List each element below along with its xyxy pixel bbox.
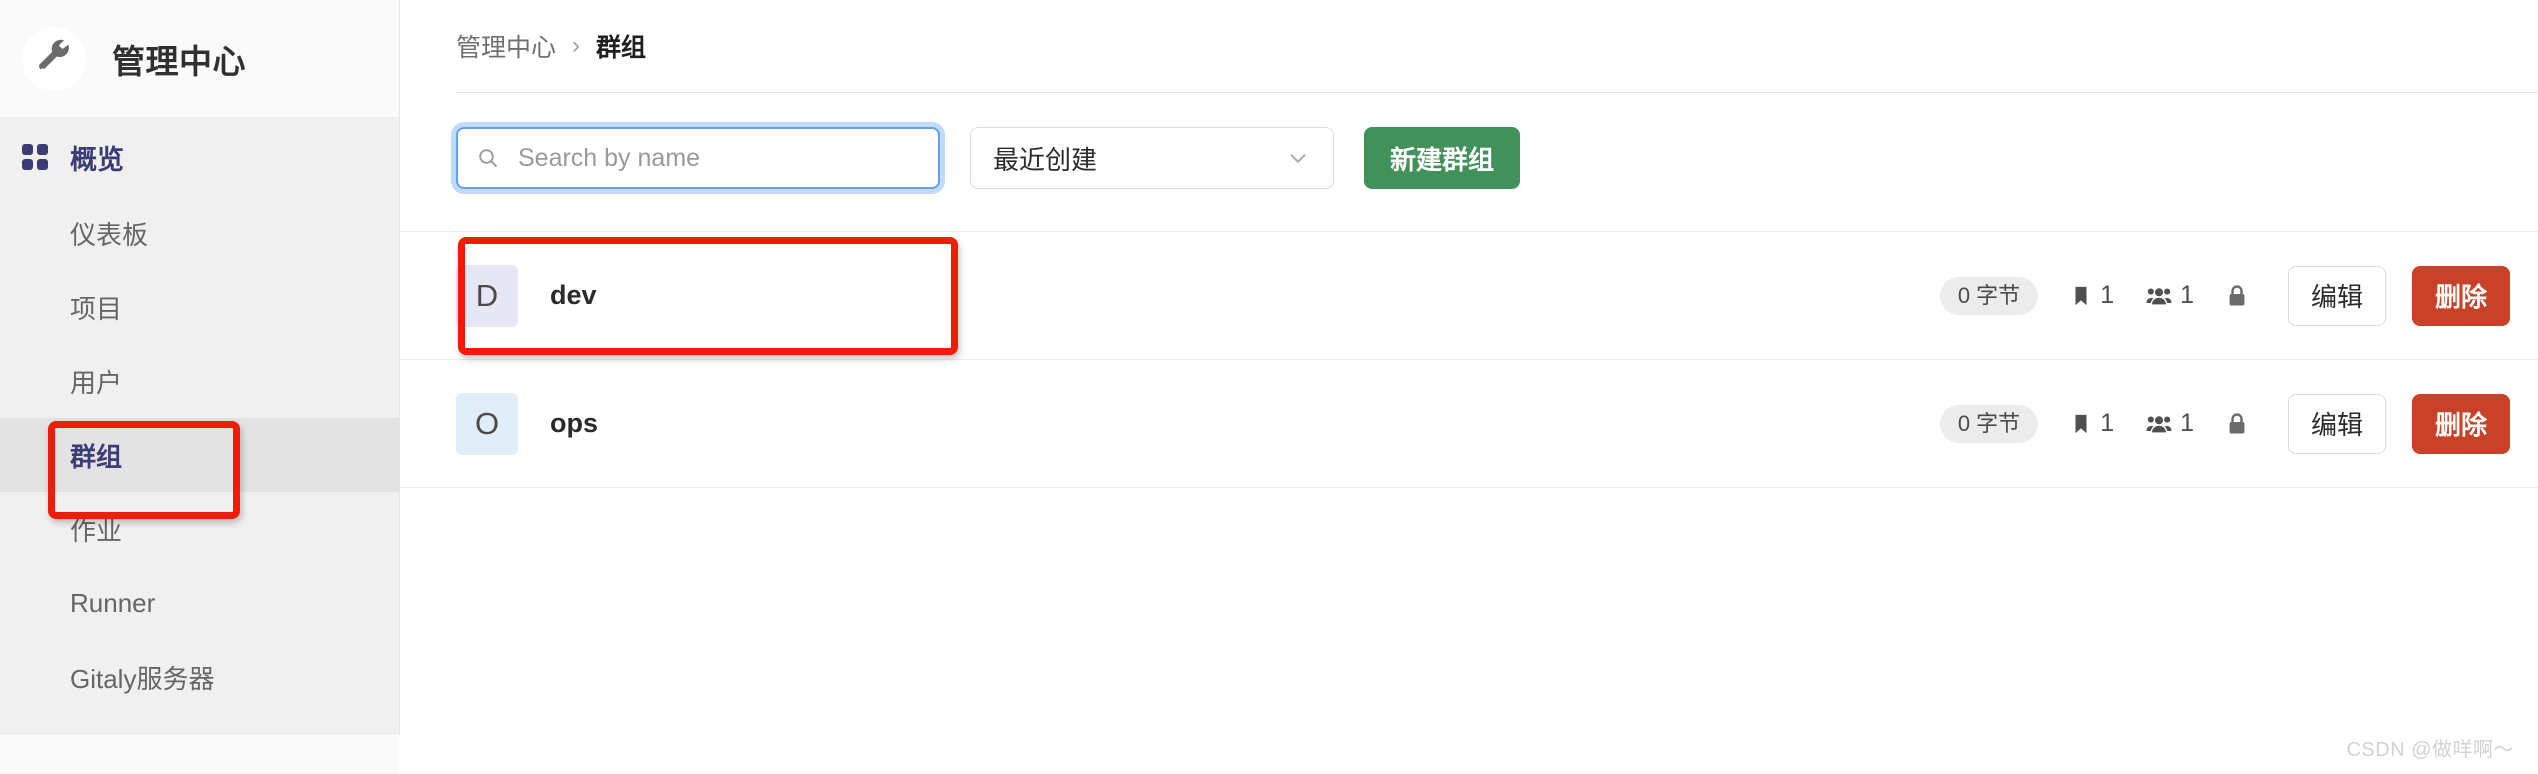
members-count-value: 1 bbox=[2180, 281, 2194, 309]
sidebar-item-dashboard[interactable]: 仪表板 bbox=[0, 196, 399, 270]
sort-dropdown-value: 最近创建 bbox=[993, 144, 1098, 175]
search-box[interactable] bbox=[456, 127, 940, 189]
storage-size-badge: 0 字节 bbox=[1939, 276, 2039, 315]
edit-button[interactable]: 编辑 bbox=[2288, 265, 2386, 326]
projects-count: 1 bbox=[2070, 409, 2114, 438]
sidebar-brand-title: 管理中心 bbox=[112, 42, 246, 80]
wrench-icon bbox=[22, 26, 86, 91]
projects-count-value: 1 bbox=[2100, 409, 2115, 437]
members-count: 1 bbox=[2146, 281, 2194, 310]
group-name-link[interactable]: ops bbox=[550, 408, 598, 439]
new-group-button[interactable]: 新建群组 bbox=[1364, 127, 1521, 189]
row-meta: 0 字节 1 1 编辑 删除 bbox=[1939, 393, 2510, 454]
members-count-value: 1 bbox=[2180, 409, 2194, 437]
lock-icon bbox=[2226, 412, 2248, 436]
sidebar-item-label: 用户 bbox=[70, 367, 123, 398]
sidebar-brand[interactable]: 管理中心 bbox=[0, 0, 399, 118]
breadcrumb-current: 群组 bbox=[596, 34, 647, 62]
users-icon bbox=[2146, 413, 2172, 435]
sidebar-item-overview-label: 概览 bbox=[70, 144, 124, 175]
storage-size-badge: 0 字节 bbox=[1939, 404, 2039, 443]
sidebar-item-projects[interactable]: 项目 bbox=[0, 270, 399, 344]
chevron-right-icon: › bbox=[572, 32, 581, 59]
sidebar: 管理中心 概览 仪表板 项目 用户 群组 作业 Runner Gitaly服务器 bbox=[0, 0, 400, 774]
table-row[interactable]: O ops 0 字节 1 1 编辑 删除 bbox=[400, 360, 2538, 488]
sidebar-item-label: Gitaly服务器 bbox=[70, 663, 215, 694]
search-icon bbox=[476, 146, 500, 170]
groups-toolbar: 最近创建 新建群组 bbox=[456, 93, 2538, 197]
sidebar-item-users[interactable]: 用户 bbox=[0, 344, 399, 418]
table-row[interactable]: D dev 0 字节 1 1 编辑 删除 bbox=[400, 232, 2538, 360]
breadcrumb-root-link[interactable]: 管理中心 bbox=[456, 28, 556, 64]
group-name-link[interactable]: dev bbox=[550, 280, 597, 311]
sidebar-footer-strip bbox=[0, 735, 399, 774]
avatar: D bbox=[456, 264, 518, 327]
sort-dropdown[interactable]: 最近创建 bbox=[970, 127, 1334, 189]
projects-count-value: 1 bbox=[2100, 281, 2115, 309]
sidebar-item-label: Runner bbox=[70, 587, 156, 618]
chevron-down-icon bbox=[1285, 145, 1311, 171]
projects-count: 1 bbox=[2070, 281, 2114, 310]
delete-button[interactable]: 删除 bbox=[2412, 265, 2510, 326]
sidebar-item-gitaly-servers[interactable]: Gitaly服务器 bbox=[0, 640, 399, 714]
search-input[interactable] bbox=[516, 142, 920, 174]
users-icon bbox=[2146, 285, 2172, 307]
avatar: O bbox=[456, 392, 518, 455]
sidebar-item-runner[interactable]: Runner bbox=[0, 566, 399, 640]
lock-icon bbox=[2226, 284, 2248, 308]
sidebar-item-label: 作业 bbox=[70, 515, 123, 546]
sidebar-item-jobs[interactable]: 作业 bbox=[0, 492, 399, 566]
admin-area-page: 管理中心 概览 仪表板 项目 用户 群组 作业 Runner Gitaly服务器… bbox=[0, 0, 2538, 774]
sidebar-item-label: 项目 bbox=[70, 293, 123, 324]
sidebar-item-label: 群组 bbox=[70, 441, 123, 472]
members-count: 1 bbox=[2146, 409, 2194, 438]
delete-button[interactable]: 删除 bbox=[2412, 393, 2510, 454]
watermark: CSDN @做咩啊～ bbox=[2346, 739, 2514, 761]
groups-list: D dev 0 字节 1 1 编辑 删除 O ops 0 字节 1 1 编辑 删… bbox=[400, 232, 2538, 488]
bookmark-icon bbox=[2070, 285, 2092, 307]
sidebar-item-overview[interactable]: 概览 bbox=[0, 118, 399, 196]
sidebar-item-groups[interactable]: 群组 bbox=[0, 418, 399, 492]
breadcrumb: 管理中心 › 群组 bbox=[456, 0, 2538, 92]
grid-icon bbox=[22, 144, 48, 170]
sidebar-item-label: 仪表板 bbox=[70, 219, 149, 250]
bookmark-icon bbox=[2070, 413, 2092, 435]
row-meta: 0 字节 1 1 编辑 删除 bbox=[1939, 265, 2510, 326]
main-content: 管理中心 › 群组 最近创建 bbox=[400, 0, 2538, 774]
edit-button[interactable]: 编辑 bbox=[2288, 393, 2386, 454]
sidebar-nav: 概览 仪表板 项目 用户 群组 作业 Runner Gitaly服务器 bbox=[0, 118, 399, 714]
